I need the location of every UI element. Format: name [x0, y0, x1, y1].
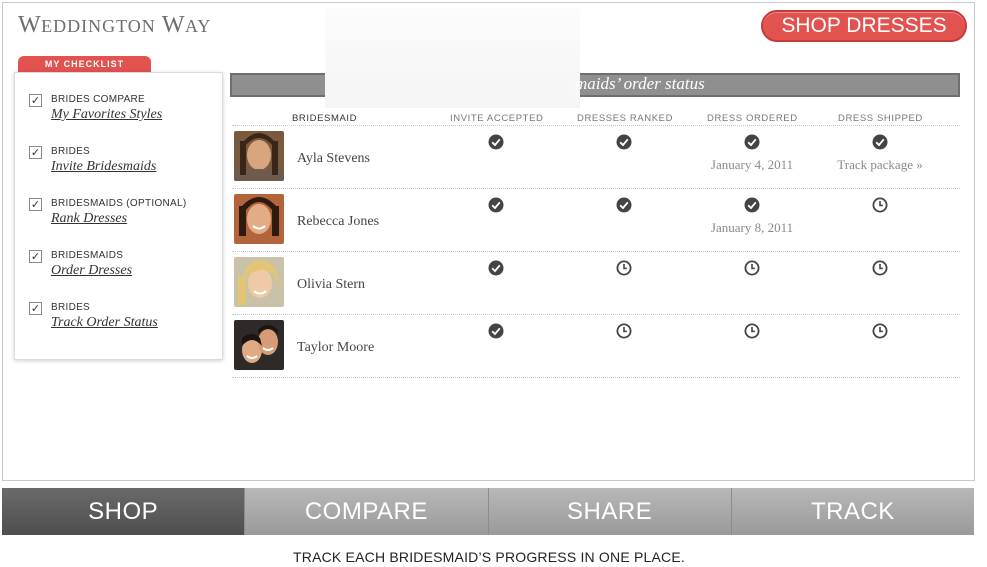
shipped-status: [820, 323, 940, 344]
checklist-panel: ✓ BRIDES COMPARE My Favorites Styles ✓ B…: [14, 72, 223, 360]
clock-icon: [872, 197, 888, 213]
avatar: [234, 194, 284, 244]
invite-status: [436, 323, 556, 344]
tab-compare[interactable]: COMPARE: [244, 488, 488, 535]
tab-shop[interactable]: SHOP: [2, 488, 245, 535]
avatar: [234, 320, 284, 370]
ordered-status: [692, 260, 812, 281]
checklist-role: BRIDES: [51, 302, 91, 313]
check-icon: [616, 134, 632, 150]
bottom-nav: SHOP COMPARE SHARE TRACK: [2, 488, 974, 535]
bridesmaid-name: Rebecca Jones: [297, 214, 380, 229]
checklist-link[interactable]: Rank Dresses: [51, 211, 127, 227]
check-icon: [872, 134, 888, 150]
table-row: Rebecca Jones January 8, 2011: [232, 189, 960, 252]
checklist-tab: MY CHECKLIST: [18, 56, 151, 73]
checklist-role: BRIDESMAIDS (OPTIONAL): [51, 198, 187, 209]
avatar: [234, 131, 284, 181]
check-icon: [488, 134, 504, 150]
clock-icon: [744, 323, 760, 339]
checkbox[interactable]: ✓: [29, 250, 42, 263]
ranked-status: [564, 323, 684, 344]
logo-word: EDDINGTON: [41, 16, 156, 36]
clock-icon: [616, 260, 632, 276]
clock-icon: [872, 323, 888, 339]
ranked-status: [564, 260, 684, 281]
bridesmaid-name: Ayla Stevens: [297, 151, 370, 166]
column-header-bridesmaid: BRIDESMAID: [292, 113, 358, 124]
shop-dresses-button[interactable]: SHOP DRESSES: [761, 10, 967, 42]
ranked-status: [564, 197, 684, 218]
ordered-status: January 8, 2011: [692, 197, 812, 236]
check-icon: [744, 134, 760, 150]
table-row: Taylor Moore: [232, 315, 960, 378]
checklist-link[interactable]: Order Dresses: [51, 263, 132, 279]
checklist-role: BRIDES: [51, 146, 91, 157]
status-title: maids’ order status: [575, 74, 705, 93]
column-header-dresses-ranked: DRESSES RANKED: [577, 113, 674, 124]
check-icon: [616, 197, 632, 213]
checklist-link[interactable]: Track Order Status: [51, 315, 158, 331]
ordered-status: January 4, 2011: [692, 134, 812, 173]
logo-letter: W: [18, 12, 42, 38]
checklist-role: BRIDES COMPARE: [51, 94, 146, 105]
table-row: Ayla Stevens January 4, 2011 Track packa…: [232, 126, 960, 189]
order-date: January 4, 2011: [710, 157, 794, 172]
check-icon: [488, 197, 504, 213]
clock-icon: [872, 260, 888, 276]
check-icon: [488, 260, 504, 276]
check-icon: [744, 197, 760, 213]
ranked-status: [564, 134, 684, 155]
shipped-status: [820, 197, 940, 218]
logo-word: AY: [185, 16, 212, 36]
bridesmaid-name: Olivia Stern: [297, 277, 366, 292]
caption: TRACK EACH BRIDESMAID’S PROGRESS IN ONE …: [293, 549, 685, 565]
shipped-status: Track package »: [820, 134, 940, 173]
table-row: Olivia Stern: [232, 252, 960, 315]
checklist-link[interactable]: Invite Bridesmaids: [51, 159, 156, 175]
logo-letter: W: [155, 12, 186, 38]
status-header-overlay: [325, 73, 580, 97]
checkbox[interactable]: ✓: [29, 146, 42, 159]
column-header-invite-accepted: INVITE ACCEPTED: [450, 113, 544, 124]
invite-status: [436, 260, 556, 281]
avatar: [234, 257, 284, 307]
ordered-status: [692, 323, 812, 344]
checklist-role: BRIDESMAIDS: [51, 250, 124, 261]
check-icon: [488, 323, 504, 339]
logo[interactable]: WEDDINGTON WAY: [18, 12, 211, 39]
invite-status: [436, 197, 556, 218]
checkbox[interactable]: ✓: [29, 94, 42, 107]
bridesmaid-name: Taylor Moore: [297, 340, 375, 355]
order-date: January 8, 2011: [710, 220, 794, 235]
clock-icon: [744, 260, 760, 276]
track-package-link[interactable]: Track package »: [820, 157, 940, 173]
tab-track[interactable]: TRACK: [730, 488, 974, 535]
checklist-link[interactable]: My Favorites Styles: [51, 107, 162, 123]
invite-status: [436, 134, 556, 155]
clock-icon: [616, 323, 632, 339]
column-header-dress-shipped: DRESS SHIPPED: [838, 113, 923, 124]
column-header-dress-ordered: DRESS ORDERED: [707, 113, 798, 124]
checkbox[interactable]: ✓: [29, 302, 42, 315]
shipped-status: [820, 260, 940, 281]
tab-share[interactable]: SHARE: [487, 488, 731, 535]
checkbox[interactable]: ✓: [29, 198, 42, 211]
